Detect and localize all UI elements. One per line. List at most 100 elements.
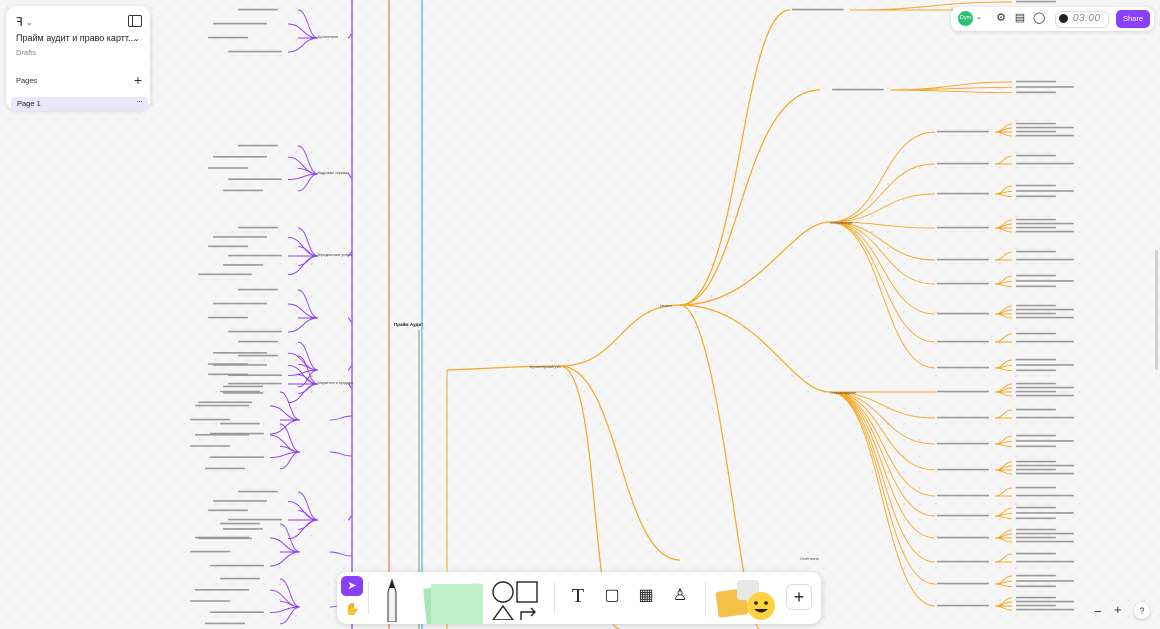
zoom-in-button[interactable]: + xyxy=(1114,602,1122,617)
sticky-note-icon[interactable] xyxy=(421,580,483,624)
mindmap-connector xyxy=(329,415,353,421)
hand-tool-icon[interactable]: ✋ xyxy=(341,599,363,619)
mindmap-leaf-node xyxy=(1016,274,1056,277)
text-icon[interactable]: T xyxy=(566,584,590,608)
mindmap-connector xyxy=(994,537,1013,543)
divider xyxy=(368,582,369,614)
mindmap-connector xyxy=(279,523,301,553)
page-item-label: Page 1 xyxy=(17,99,41,108)
layout-icon[interactable]: ▤ xyxy=(1014,12,1026,24)
mindmap-leaf-node xyxy=(1016,512,1074,514)
mindmap-leaf-node xyxy=(1016,332,1056,335)
mindmap-leaf-node xyxy=(1016,280,1074,282)
mindmap-leaf-node xyxy=(205,467,245,470)
mindmap-leaf-node xyxy=(1016,416,1074,419)
file-title[interactable]: Прайм аудит и право картт... xyxy=(16,33,136,43)
share-button[interactable]: Share xyxy=(1116,10,1150,28)
mindmap-leaf-node xyxy=(208,316,248,319)
mindmap-leaf-node xyxy=(1016,440,1074,442)
top-right-bar: Dym ⌄ ⚙ ▤ ◯ 03:00 Share xyxy=(951,7,1154,31)
mindmap-leaf-node xyxy=(1016,472,1074,475)
mindmap-leaf-node xyxy=(238,340,278,343)
mindmap-connector xyxy=(829,221,936,369)
mindmap-leaf-node xyxy=(1016,574,1056,577)
mindmap-leaf-node xyxy=(1016,464,1074,467)
mindmap-leaf-node xyxy=(1016,596,1056,599)
more-options-icon[interactable]: ··· xyxy=(136,96,143,106)
mindmap-leaf-node xyxy=(213,22,267,25)
branch-label: Кадровые сервисы xyxy=(318,171,349,175)
figma-logo-icon: ꟻ xyxy=(16,15,23,29)
pen-icon[interactable] xyxy=(381,578,403,622)
mindmap-leaf-node xyxy=(198,273,252,276)
mindmap-leaf-node xyxy=(213,302,267,305)
mindmap-connector xyxy=(994,313,1013,319)
chevron-down-icon[interactable]: ⌄ xyxy=(976,13,982,21)
timer[interactable]: 03:00 xyxy=(1055,11,1109,28)
mindmap-connector xyxy=(269,451,301,459)
mindmap-canvas[interactable]: Прайм Аудит Бухгалтерский учёт Налоги От… xyxy=(0,0,1160,629)
mindmap-connector xyxy=(297,255,319,266)
table-icon[interactable]: ▦ xyxy=(634,584,658,608)
mindmap-connector xyxy=(994,580,1013,585)
multiplayer-tools-icon[interactable]: ⚙ xyxy=(995,12,1007,24)
mindmap-connector xyxy=(994,512,1013,517)
branch-label: Маркетинг и продажи xyxy=(318,381,353,385)
mindmap-leaf-node xyxy=(937,258,989,261)
section-icon[interactable]: ▢ xyxy=(600,584,624,608)
vertical-scrollbar[interactable] xyxy=(1155,250,1158,370)
main-menu-button[interactable]: ꟻ ⌄ xyxy=(16,15,33,29)
mindmap-leaf-node xyxy=(792,8,844,11)
mindmap-leaf-node xyxy=(1016,316,1074,319)
mindmap-connector xyxy=(994,280,1013,285)
stickers-icon[interactable] xyxy=(715,576,779,622)
add-page-button[interactable]: + xyxy=(134,72,142,88)
mindmap-leaf-node xyxy=(1016,445,1056,448)
mindmap-leaf-node xyxy=(228,50,282,53)
comment-icon[interactable]: ◯ xyxy=(1033,12,1045,24)
avatar[interactable]: Dym xyxy=(958,11,973,26)
sidebar-toggle-icon[interactable] xyxy=(128,15,142,27)
mindmap-leaf-node xyxy=(190,600,230,602)
branch-label: Юридические услуги xyxy=(318,253,352,257)
branch-label: Консультации xyxy=(830,221,852,225)
mindmap-leaf-node xyxy=(937,604,989,607)
chevron-down-icon[interactable]: ⌄ xyxy=(133,34,140,43)
mindmap-connector xyxy=(279,451,301,470)
left-branch-tree xyxy=(190,8,353,625)
mindmap-leaf-node xyxy=(937,442,989,445)
mindmap-connector xyxy=(994,333,1013,343)
mindmap-leaf-node xyxy=(937,192,989,195)
mindmap-leaf-node xyxy=(937,312,989,315)
file-location[interactable]: Drafts xyxy=(16,48,36,57)
mindmap-connector xyxy=(297,289,319,319)
page-item[interactable]: Page 1 ··· xyxy=(11,96,148,111)
mindmap-connector xyxy=(994,155,1013,165)
mindmap-leaf-node xyxy=(223,264,263,266)
more-tools-button[interactable]: + xyxy=(786,584,812,610)
mindmap-leaf-node xyxy=(1016,122,1056,125)
mindmap-connector xyxy=(994,190,1013,195)
shapes-icon[interactable] xyxy=(491,580,543,620)
mindmap-leaf-node xyxy=(1016,312,1056,315)
mindmap-connector xyxy=(329,551,353,557)
stamp-icon[interactable]: ♙ xyxy=(668,584,692,608)
mindmap-connector xyxy=(829,391,936,497)
mindmap-leaf-node xyxy=(937,514,989,517)
select-tool-icon[interactable]: ➤ xyxy=(341,576,363,596)
mindmap-connector xyxy=(994,131,1013,137)
mindmap-leaf-node xyxy=(208,167,248,169)
mindmap-leaf-node xyxy=(210,611,264,613)
mindmap-leaf-node xyxy=(1016,585,1056,588)
mindmap-leaf-node xyxy=(228,178,282,180)
mindmap-leaf-node xyxy=(1016,552,1056,555)
mindmap-leaf-node xyxy=(1016,390,1056,393)
help-button[interactable]: ? xyxy=(1134,603,1150,619)
mindmap-leaf-node xyxy=(1016,364,1074,366)
zoom-out-button[interactable]: − xyxy=(1094,604,1102,619)
mindmap-leaf-node xyxy=(1016,340,1074,343)
mindmap-leaf-node xyxy=(1016,226,1056,229)
mindmap-leaf-node xyxy=(1016,608,1074,611)
mindmap-leaf-node xyxy=(1016,86,1074,88)
mindmap-leaf-node xyxy=(220,577,260,580)
